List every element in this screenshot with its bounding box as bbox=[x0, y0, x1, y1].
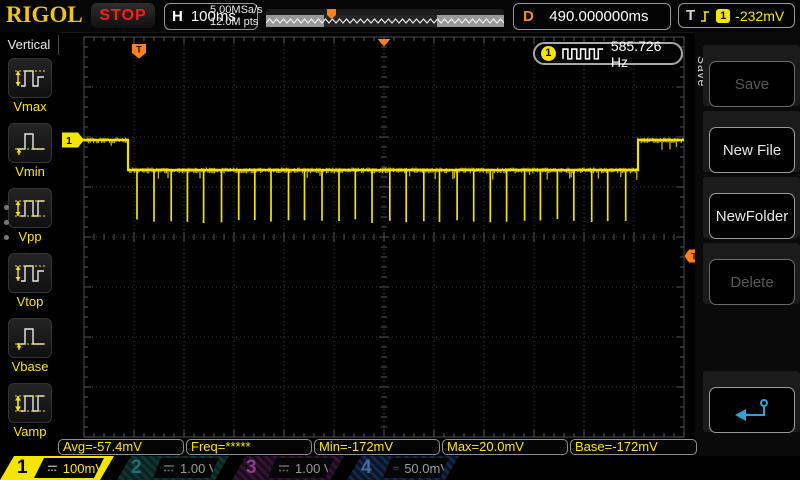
sidebar-item-vamp[interactable]: Vamp bbox=[0, 383, 60, 439]
sidebar-item-vmax[interactable]: Vmax bbox=[0, 58, 60, 114]
channel-2-scale: 1.00 V bbox=[180, 460, 218, 476]
waveform-display: T1T bbox=[60, 32, 700, 457]
sidebar-item-vmin[interactable]: Vmin bbox=[0, 123, 60, 179]
svg-text:1: 1 bbox=[66, 135, 72, 147]
measurement-max: Max=20.0mV bbox=[442, 439, 568, 455]
sidebar-item-vtop[interactable]: Vtop bbox=[0, 253, 60, 309]
oscilloscope-screen: RIGOL STOP H 100ms 5.00MSa/s 12.0M pts D… bbox=[0, 0, 800, 480]
save-button[interactable]: Save bbox=[709, 61, 795, 107]
dc-coupling-icon bbox=[47, 465, 57, 471]
measurement-freq: Freq=***** bbox=[186, 439, 312, 455]
memory-depth: 12.0M pts bbox=[210, 16, 259, 28]
soft-menu: Save Save New File NewFolder Delete bbox=[695, 32, 800, 456]
dc-coupling-icon bbox=[164, 464, 174, 471]
sidebar-divider bbox=[58, 35, 59, 55]
sample-rate: 5.00MSa/s bbox=[210, 4, 263, 16]
vtop-icon bbox=[8, 253, 52, 293]
delay-box[interactable]: D 490.000000ms bbox=[513, 3, 671, 30]
channel-3-scale: 1.00 V bbox=[295, 460, 333, 476]
horizontal-label: H bbox=[172, 8, 183, 25]
waveform-canvas: T1T bbox=[62, 36, 700, 438]
channel-4-scale: 50.0mV bbox=[404, 460, 449, 476]
delay-value: 490.000000ms bbox=[549, 8, 649, 25]
channel-4-settings: 50.0mV bbox=[383, 458, 449, 478]
channel-3-number: 3 bbox=[246, 457, 257, 478]
run-state-badge: STOP bbox=[91, 3, 155, 28]
sidebar-title: Vertical bbox=[7, 37, 51, 52]
trigger-source-badge: 1 bbox=[716, 8, 731, 23]
new-folder-button[interactable]: NewFolder bbox=[709, 193, 795, 239]
vmax-icon bbox=[8, 58, 52, 98]
menu-page-indicator bbox=[4, 205, 9, 250]
channel-4-block[interactable]: 4 50.0mV bbox=[347, 456, 459, 480]
channel-2-number: 2 bbox=[131, 457, 142, 478]
channel-4-number: 4 bbox=[361, 457, 372, 478]
rigol-logo: RIGOL bbox=[6, 2, 83, 27]
new-file-button[interactable]: New File bbox=[709, 127, 795, 173]
top-status-bar: RIGOL STOP H 100ms 5.00MSa/s 12.0M pts D… bbox=[0, 0, 800, 33]
channel-3-block[interactable]: 3 1.00 V bbox=[232, 456, 344, 480]
delete-button[interactable]: Delete bbox=[709, 259, 795, 305]
trigger-box[interactable]: T 1 -232mV bbox=[678, 3, 795, 28]
trigger-label: T bbox=[686, 7, 696, 24]
measurement-avg: Avg=-57.4mV bbox=[58, 439, 184, 455]
sidebar-item-label: Vbase bbox=[11, 359, 49, 374]
return-arrow-icon bbox=[735, 399, 768, 421]
measurement-min: Min=-172mV bbox=[314, 439, 440, 455]
sidebar-item-label: Vmin bbox=[15, 164, 45, 179]
sidebar-item-label: Vtop bbox=[16, 294, 44, 309]
channel-1-settings: 100mV bbox=[34, 458, 104, 478]
memory-waveform-icon bbox=[265, 9, 505, 27]
trigger-level-value: -232mV bbox=[735, 7, 785, 24]
back-button[interactable] bbox=[709, 387, 795, 433]
rising-edge-icon bbox=[701, 10, 710, 22]
memory-position-bar bbox=[265, 9, 505, 27]
vamp-icon bbox=[8, 383, 52, 423]
counter-frequency-value: 585.726 Hz bbox=[610, 37, 662, 70]
sidebar-item-label: Vmax bbox=[13, 99, 47, 114]
channel-status-bar: 1 100mV 2 1.00 V 3 1.00 V 4 50.0mV bbox=[0, 456, 800, 480]
sidebar-item-label: Vpp bbox=[18, 229, 42, 244]
acquisition-info: 5.00MSa/s 12.0M pts bbox=[210, 4, 263, 28]
dc-coupling-icon bbox=[393, 466, 399, 470]
delay-label: D bbox=[523, 8, 534, 25]
vbase-icon bbox=[8, 318, 52, 358]
sidebar-item-vpp[interactable]: Vpp bbox=[0, 188, 60, 244]
vmin-icon bbox=[8, 123, 52, 163]
frequency-counter-badge: 1 585.726 Hz bbox=[533, 38, 683, 70]
counter-channel-badge: 1 bbox=[541, 46, 556, 61]
sidebar-item-vbase[interactable]: Vbase bbox=[0, 318, 60, 374]
channel-1-number: 1 bbox=[17, 457, 28, 478]
dc-coupling-icon bbox=[279, 464, 289, 471]
vpp-icon bbox=[8, 188, 52, 228]
svg-text:T: T bbox=[136, 45, 142, 55]
measure-sidebar: Vertical Vmax Vmin Vpp Vtop Vbase Vamp bbox=[0, 32, 60, 456]
measurement-base: Base=-172mV bbox=[570, 439, 697, 455]
channel-1-block[interactable]: 1 100mV bbox=[0, 456, 114, 480]
channel-3-settings: 1.00 V bbox=[268, 458, 334, 478]
channel-1-scale: 100mV bbox=[62, 460, 104, 476]
square-wave-icon bbox=[561, 48, 603, 60]
channel-2-block[interactable]: 2 1.00 V bbox=[117, 456, 229, 480]
channel-2-settings: 1.00 V bbox=[153, 458, 219, 478]
sidebar-item-label: Vamp bbox=[13, 424, 47, 439]
measurement-row: Avg=-57.4mV Freq=***** Min=-172mV Max=20… bbox=[0, 439, 800, 456]
